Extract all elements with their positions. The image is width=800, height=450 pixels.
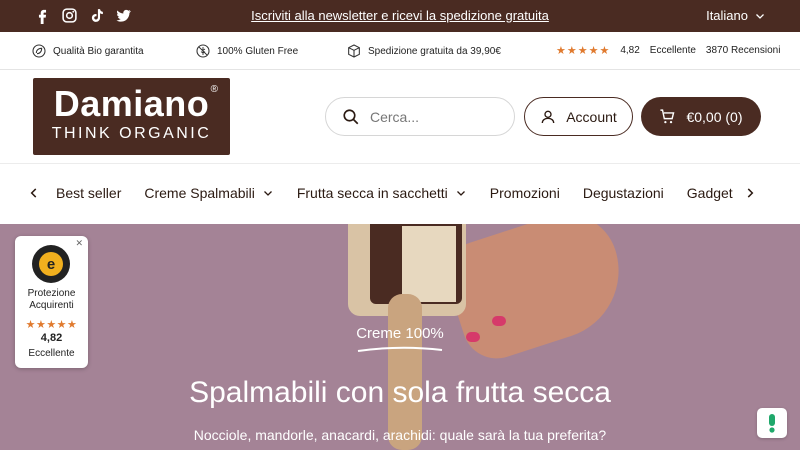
usp-shipping-label: Spedizione gratuita da 39,90€ [368,45,501,57]
cart-total: €0,00 (0) [686,108,743,125]
chevron-down-icon [456,191,465,196]
hero-headline: Spalmabili con sola frutta secca [189,376,611,409]
user-icon [541,110,555,123]
usp-bar: Qualità Bio garantita 100% Gluten Free S… [0,32,800,70]
nav-item[interactable]: Creme Spalmabili [144,185,273,201]
badge-stars: ★★★★★ [25,319,78,331]
cart-icon [660,109,675,124]
trusted-shops-badge[interactable]: ✕ e Protezione Acquirenti ★★★★★ 4,82 Ecc… [15,236,88,368]
search-input[interactable]: Cerca... [325,97,515,136]
announcement-bar: Iscriviti alla newsletter e ricevi la sp… [0,0,800,32]
hero-eyebrow: Creme 100% [356,325,444,342]
logo-registered-mark: ® [210,84,218,95]
review-count: 3870 Recensioni [705,45,781,56]
badge-line-2: Acquirenti [29,300,74,311]
rating-label: Eccellente [649,45,696,56]
rating-summary[interactable]: ★★★★★ 4,82 Eccellente 3870 Recensioni [556,44,780,57]
badge-score: 4,82 [40,332,63,344]
usp-shipping: Spedizione gratuita da 39,90€ [346,43,501,59]
nav-item-label: Creme Spalmabili [144,185,255,201]
cart-button[interactable]: €0,00 (0) [641,97,761,136]
rating-score: 4,82 [620,45,640,56]
nav-item[interactable]: Gadget [687,185,733,201]
chat-widget-button[interactable] [757,408,787,438]
site-header: Damiano ® THINK ORGANIC Cerca... Account… [0,70,800,164]
language-label: Italiano [706,8,748,23]
package-icon [348,44,360,58]
nav-item[interactable]: Frutta secca in sacchetti [297,185,467,201]
hero-hand-image [437,224,637,368]
usp-organic: Qualità Bio garantita [31,43,144,59]
nav-scroll-right-icon[interactable] [743,186,757,200]
badge-label: Eccellente [28,348,75,359]
language-selector[interactable]: Italiano [706,8,766,23]
exclamation-icon [769,414,775,433]
trusted-shops-seal-icon: e [32,245,70,283]
search-placeholder: Cerca... [370,108,420,125]
nav-item[interactable]: Promozioni [490,185,560,201]
nav-items: Best seller Creme Spalmabili Frutta secca … [56,185,766,201]
nav-scroll-left-icon[interactable] [27,186,41,200]
account-button[interactable]: Account [524,97,633,136]
search-icon [343,108,359,124]
account-label: Account [566,108,617,125]
hero-jar-sticker [402,226,456,302]
badge-line-1: Protezione [27,288,76,299]
usp-organic-label: Qualità Bio garantita [53,45,144,57]
chevron-down-icon [263,191,272,196]
logo-tagline: THINK ORGANIC [51,125,212,142]
usp-gluten-free: 100% Gluten Free [195,43,298,59]
main-navigation: Best seller Creme Spalmabili Frutta secca … [0,164,800,223]
leaf-badge-icon [32,44,46,58]
rating-stars: ★★★★★ [556,45,611,57]
badge-close-icon[interactable]: ✕ [75,238,83,249]
newsletter-promo-link[interactable]: Iscriviti alla newsletter e ricevi la sp… [0,8,800,23]
svg-text:e: e [47,256,55,273]
nav-item-label: Degustazioni [582,185,664,201]
nav-item[interactable]: Degustazioni [583,185,664,201]
logo-brand: Damiano [53,83,210,124]
underline-swoosh-icon [357,346,443,352]
brand-logo[interactable]: Damiano ® THINK ORGANIC [33,78,230,155]
hero-banner[interactable]: Creme 100% Spalmabili con sola frutta se… [0,224,800,450]
gluten-free-icon [196,44,210,58]
chevron-down-icon [756,13,764,19]
nav-item[interactable]: Best seller [56,185,121,201]
nav-item-label: Promozioni [489,185,560,201]
nav-item-label: Frutta secca in sacchetti [296,185,448,201]
nav-item-label: Best seller [56,185,122,201]
nav-item-label: Gadget [686,185,733,201]
usp-gluten-label: 100% Gluten Free [217,45,299,57]
hero-subtitle: Nocciole, mandorle, anacardi, arachidi: … [193,427,607,443]
